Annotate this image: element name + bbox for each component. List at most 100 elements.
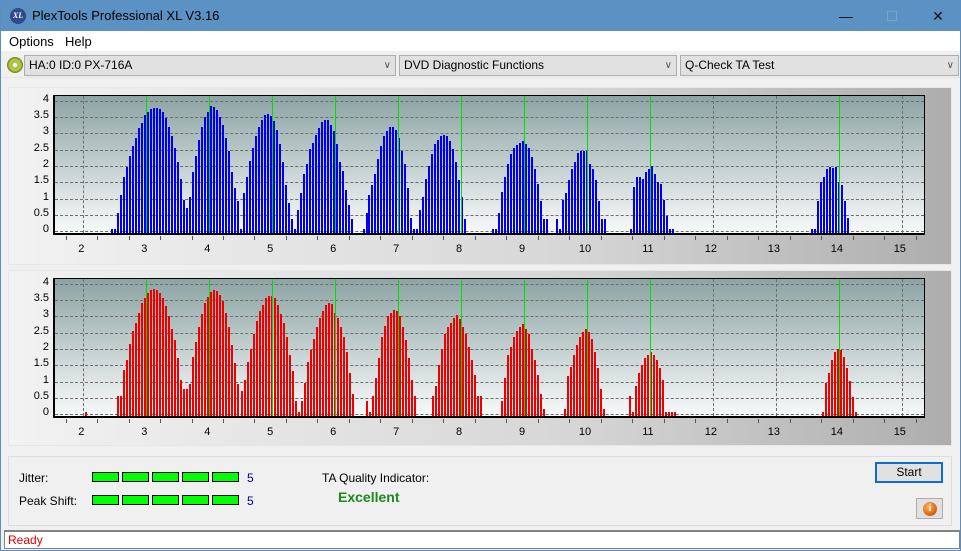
histogram-bar (240, 390, 243, 416)
histogram-bar (128, 155, 131, 233)
histogram-bar (255, 320, 258, 416)
histogram-bar (407, 188, 410, 233)
histogram-bar (315, 134, 318, 233)
histogram-bar (664, 412, 667, 416)
histogram-bar (321, 311, 324, 416)
meter-segment (92, 495, 119, 505)
grid-line-h (55, 300, 924, 302)
x-minor-tick (348, 419, 350, 423)
x-minor-tick (726, 419, 728, 423)
histogram-bar (345, 190, 348, 233)
histogram-bar (673, 412, 676, 416)
histogram-bar (542, 219, 545, 233)
grid-line-h (55, 381, 924, 383)
histogram-bar (330, 124, 333, 233)
histogram-bar (155, 290, 158, 416)
histogram-bar (413, 229, 416, 233)
menu-help[interactable]: Help (65, 34, 92, 49)
y-tick-label: 1 (42, 190, 49, 203)
x-minor-tick (443, 236, 445, 240)
histogram-bar (449, 322, 452, 416)
histogram-bar (446, 136, 449, 233)
histogram-bar (813, 229, 816, 233)
histogram-bar (258, 126, 261, 233)
menu-options[interactable]: Options (9, 34, 54, 49)
x-tick-label: 3 (141, 243, 148, 255)
minimize-button[interactable]: — (823, 1, 869, 31)
histogram-bar (276, 129, 279, 233)
histogram-bar (345, 351, 348, 416)
histogram-bar (152, 108, 155, 233)
histogram-bar (134, 137, 137, 233)
histogram-bar (227, 150, 230, 233)
histogram-bar (137, 128, 140, 233)
histogram-bar (596, 368, 599, 416)
histogram-bar (377, 358, 380, 416)
info-button[interactable]: i (916, 498, 943, 519)
maximize-button[interactable]: ☐ (869, 1, 915, 31)
histogram-bar (149, 290, 152, 416)
histogram-bar (288, 355, 291, 416)
histogram-bar (503, 177, 506, 233)
histogram-bar (601, 219, 604, 233)
histogram-bar (194, 342, 197, 416)
close-button[interactable]: ✕ (915, 1, 961, 31)
histogram-bar (252, 333, 255, 416)
histogram-bar (654, 173, 657, 233)
x-tick-label: 13 (767, 426, 781, 438)
histogram-bar (524, 329, 527, 416)
meter-segment (122, 495, 149, 505)
start-button[interactable]: Start (875, 462, 943, 483)
x-minor-tick (852, 419, 854, 423)
reference-line (524, 96, 526, 233)
reference-line (461, 96, 463, 233)
plot-area (53, 95, 925, 235)
histogram-bar (530, 348, 533, 416)
histogram-bar (574, 162, 577, 233)
x-minor-tick (222, 419, 224, 423)
grid-line-v (901, 96, 903, 233)
x-minor-tick (695, 236, 697, 240)
histogram-bar (512, 147, 515, 233)
x-minor-tick (380, 419, 382, 423)
histogram-bar (342, 337, 345, 416)
y-tick-label: 2.5 (33, 141, 49, 154)
histogram-bar (261, 120, 264, 233)
histogram-bar (634, 386, 637, 416)
reference-line (524, 279, 526, 416)
drive-select[interactable]: HA:0 ID:0 PX-716A ∨ (24, 55, 396, 76)
histogram-bar (437, 139, 440, 233)
histogram-bar (230, 172, 233, 233)
meter-segment (92, 472, 119, 482)
function-select-value: DVD Diagnostic Functions (404, 58, 545, 72)
histogram-bar (321, 121, 324, 233)
x-minor-tick (726, 236, 728, 240)
histogram-bar (642, 178, 645, 233)
function-select[interactable]: DVD Diagnostic Functions ∨ (399, 55, 677, 76)
x-minor-tick (285, 419, 287, 423)
test-select[interactable]: Q-Check TA Test ∨ (680, 55, 959, 76)
histogram-bar (306, 164, 309, 233)
histogram-bar (592, 168, 595, 233)
x-minor-tick (789, 419, 791, 423)
title-bar: XL PlexTools Professional XL V3.16 — ☐ ✕ (1, 1, 960, 31)
histogram-bar (300, 193, 303, 233)
histogram-bar (339, 162, 342, 233)
histogram-bar (243, 193, 246, 233)
histogram-bar (134, 322, 137, 416)
disc-drive-icon (7, 57, 23, 73)
x-minor-tick (884, 419, 886, 423)
histogram-bar (140, 303, 143, 416)
histogram-bar (536, 183, 539, 233)
x-minor-tick (758, 236, 760, 240)
peak-shift-meter (92, 495, 239, 505)
histogram-bar (536, 374, 539, 416)
grid-line-h (55, 332, 924, 334)
histogram-bar (365, 400, 368, 416)
histogram-bar (407, 358, 410, 416)
histogram-bar (419, 209, 422, 233)
histogram-bar (224, 137, 227, 233)
histogram-bar (215, 110, 218, 233)
x-minor-tick (600, 419, 602, 423)
histogram-bar (288, 203, 291, 233)
